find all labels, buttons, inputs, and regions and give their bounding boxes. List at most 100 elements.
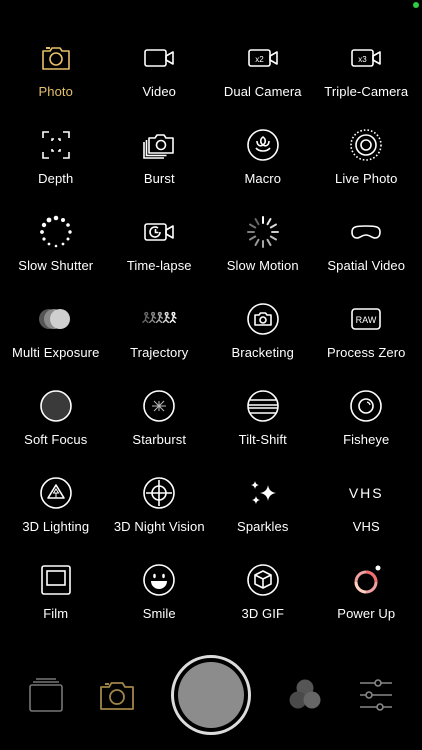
filters-button[interactable] [284,674,326,716]
mode-bracketing[interactable]: Bracketing [211,291,315,378]
dual-camera-badge: x2 [255,55,264,64]
recording-indicator [413,2,419,8]
mode-power-up[interactable]: Power Up [315,552,419,639]
slow-motion-icon [243,212,283,252]
3d-lighting-icon [36,473,76,513]
slow-shutter-icon [36,212,76,252]
mode-label: Bracketing [231,345,294,360]
mode-label: Spatial Video [327,258,406,273]
live-photo-icon [346,125,386,165]
mode-time-lapse[interactable]: Time-lapse [108,204,212,291]
mode-label: Soft Focus [24,432,88,447]
mode-label: Sparkles [237,519,289,534]
fisheye-icon [346,386,386,426]
mode-depth[interactable]: Depth [4,117,108,204]
mode-label: Slow Shutter [18,258,94,273]
mode-label: Photo [38,84,73,99]
raw-icon: RAW [346,299,386,339]
mode-triple-camera[interactable]: x3 Triple-Camera [315,30,419,117]
mode-label: VHS [352,519,380,534]
mode-tilt-shift[interactable]: Tilt-Shift [211,378,315,465]
vhs-badge: VHS [348,485,384,501]
mode-label: Tilt-Shift [238,432,287,447]
power-up-icon [346,560,386,600]
mode-label: Trajectory [130,345,189,360]
runners-icon [139,299,179,339]
raw-badge: RAW [356,315,377,325]
shutter-button[interactable] [171,655,251,735]
mode-multi-exposure[interactable]: Multi Exposure [4,291,108,378]
mode-spatial-video[interactable]: Spatial Video [315,204,419,291]
triple-camera-icon: x3 [346,38,386,78]
multi-exposure-icon [36,299,76,339]
vr-goggles-icon [346,212,386,252]
mode-label: 3D GIF [241,606,284,621]
tilt-shift-icon [243,386,283,426]
sparkles-icon [243,473,283,513]
mode-vhs[interactable]: VHS VHS [315,465,419,552]
bottom-toolbar [0,650,422,750]
flower-icon [243,125,283,165]
settings-button[interactable] [355,674,397,716]
mode-3d-lighting[interactable]: 3D Lighting [4,465,108,552]
film-frame-icon [36,560,76,600]
depth-icon [36,125,76,165]
filters-icon [289,679,321,709]
mode-label: Triple-Camera [324,84,409,99]
cube-icon [243,560,283,600]
mode-3d-gif[interactable]: 3D GIF [211,552,315,639]
mode-label: 3D Lighting [22,519,90,534]
starburst-icon [139,386,179,426]
mode-label: Slow Motion [226,258,299,273]
mode-photo[interactable]: Photo [4,30,108,117]
mode-smile[interactable]: Smile [108,552,212,639]
mode-label: Depth [38,171,74,186]
gallery-button[interactable] [25,674,67,716]
mode-label: Power Up [337,606,396,621]
mode-dual-camera[interactable]: x2 Dual Camera [211,30,315,117]
mode-soft-focus[interactable]: Soft Focus [4,378,108,465]
mode-grid: Photo Video x2 Dual Camera x3 Triple-Cam… [4,30,418,639]
mode-label: Starburst [132,432,187,447]
mode-video[interactable]: Video [108,30,212,117]
mode-label: Burst [143,171,175,186]
mode-label: Time-lapse [126,258,192,273]
mode-burst[interactable]: Burst [108,117,212,204]
bracketing-icon [243,299,283,339]
gallery-stack-icon [29,678,63,712]
mode-slow-motion[interactable]: Slow Motion [211,204,315,291]
video-camera-icon [139,38,179,78]
camera-mode-button[interactable] [96,674,138,716]
smile-icon [139,560,179,600]
mode-sparkles[interactable]: Sparkles [211,465,315,552]
mode-trajectory[interactable]: Trajectory [108,291,212,378]
camera-icon [100,682,134,710]
mode-label: Video [142,84,176,99]
mode-label: Dual Camera [223,84,302,99]
dual-camera-icon: x2 [243,38,283,78]
burst-icon [139,125,179,165]
mode-label: Smile [142,606,176,621]
mode-film[interactable]: Film [4,552,108,639]
sliders-icon [360,679,392,711]
mode-process-zero[interactable]: RAW Process Zero [315,291,419,378]
soft-focus-icon [36,386,76,426]
mode-label: Multi Exposure [12,345,100,360]
mode-slow-shutter[interactable]: Slow Shutter [4,204,108,291]
mode-live-photo[interactable]: Live Photo [315,117,419,204]
mode-fisheye[interactable]: Fisheye [315,378,419,465]
mode-macro[interactable]: Macro [211,117,315,204]
vhs-icon: VHS [346,473,386,513]
camera-icon [36,38,76,78]
mode-label: Process Zero [326,345,406,360]
mode-label: Film [43,606,69,621]
mode-label: 3D Night Vision [113,519,205,534]
mode-label: Fisheye [343,432,390,447]
mode-starburst[interactable]: Starburst [108,378,212,465]
shutter-inner [178,662,244,728]
mode-3d-night-vision[interactable]: 3D Night Vision [108,465,212,552]
mode-label: Macro [244,171,282,186]
timelapse-icon [139,212,179,252]
crosshair-icon [139,473,179,513]
mode-label: Live Photo [335,171,398,186]
